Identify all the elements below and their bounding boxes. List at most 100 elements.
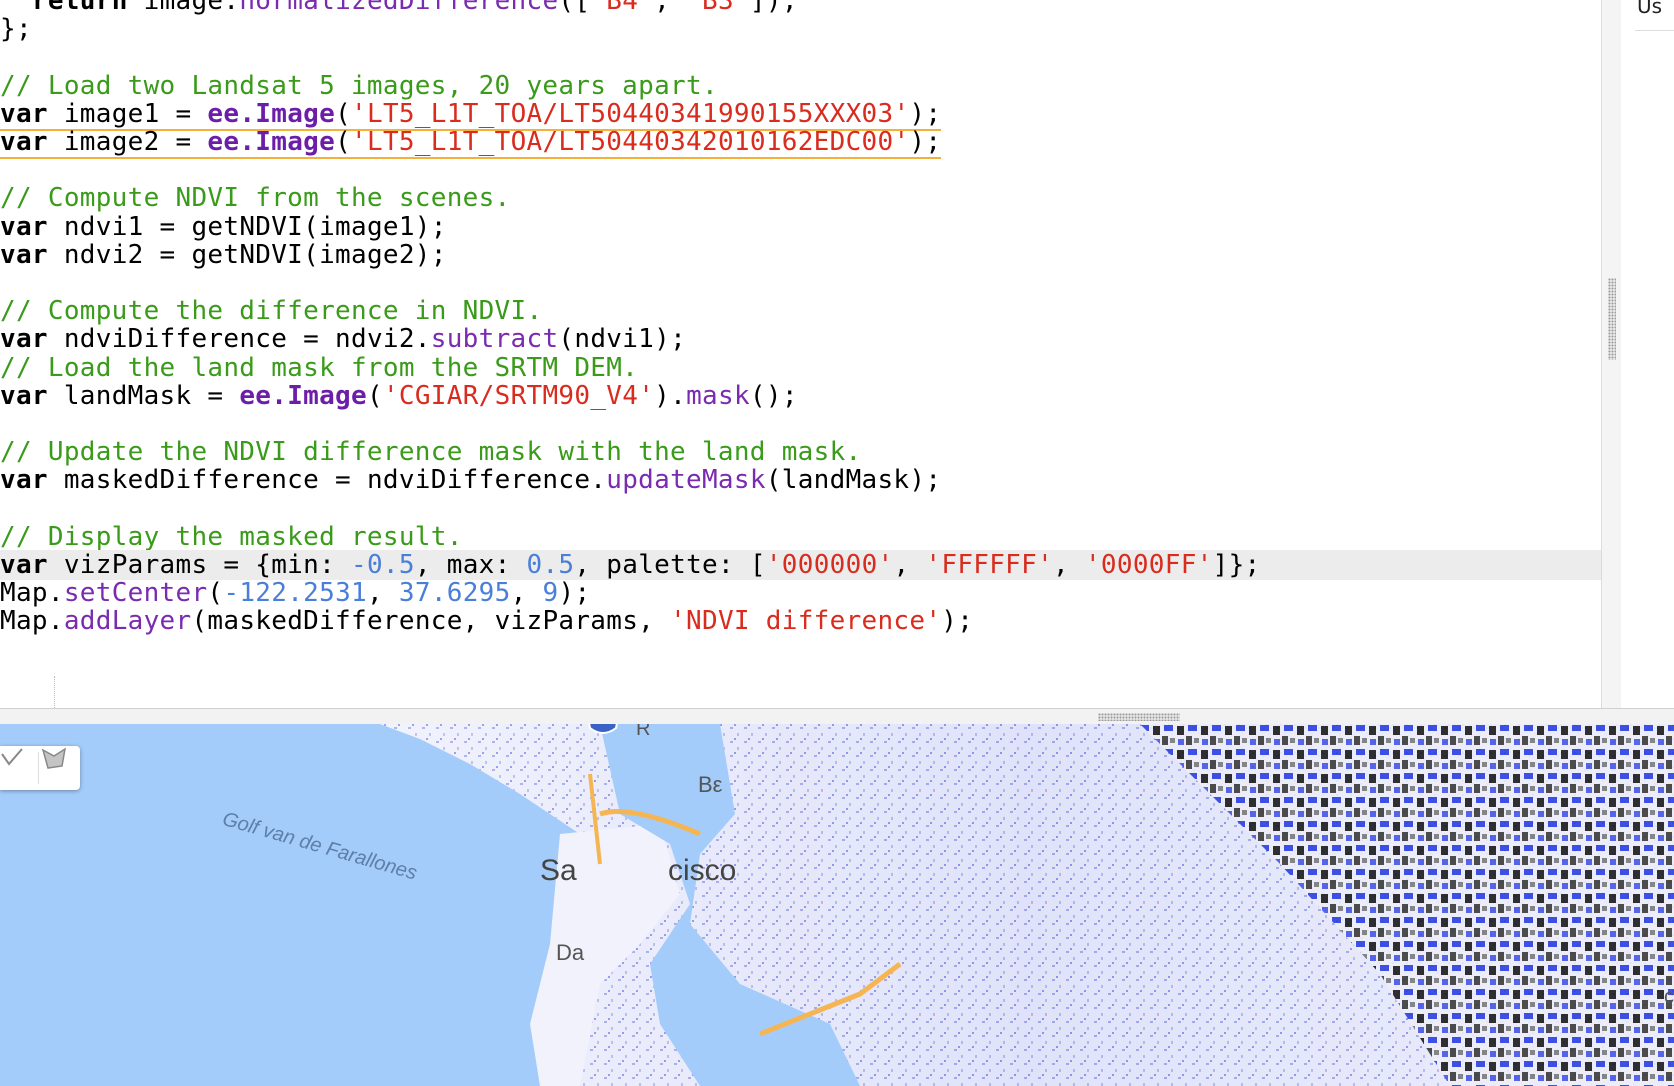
code-token: image1 =	[47, 98, 208, 129]
code-token: // Compute the difference in NDVI.	[0, 296, 543, 327]
code-line[interactable]: var image2 = ee.Image('LT5_L1T_TOA/LT504…	[0, 127, 942, 159]
code-line-text: var landMask = ee.Image('CGIAR/SRTM90_V4…	[0, 381, 798, 411]
code-token: ,	[893, 550, 926, 580]
code-line-text: Map.addLayer(maskedDifference, vizParams…	[0, 606, 973, 636]
code-token: , palette: [	[574, 550, 766, 580]
code-token: ]};	[1212, 550, 1261, 580]
code-line-text: };	[0, 14, 32, 44]
code-token: subtract	[430, 324, 559, 355]
code-token: ee.Image	[239, 380, 367, 411]
vertical-splitter[interactable]	[1601, 0, 1623, 710]
code-line[interactable]: // Update the NDVI difference mask with …	[0, 437, 861, 467]
code-token: ,	[510, 578, 543, 609]
code-token: (ndvi1);	[558, 324, 687, 355]
code-token: -0.5	[351, 550, 415, 580]
code-token: 'LT5_L1T_TOA/LT50440341990155XXX03'	[351, 98, 910, 129]
code-token: ndviDifference = ndvi2.	[47, 324, 431, 355]
code-token: landMask =	[47, 380, 240, 411]
code-token: );	[909, 98, 942, 129]
code-line-text: return image.normalizedDifference(['B4',…	[0, 0, 798, 16]
map-view[interactable]: Golf van de Farallones Sa cisco Da Bε R …	[0, 724, 1674, 1086]
code-token: , max:	[414, 550, 527, 580]
code-line-text: Map.setCenter(-122.2531, 37.6295, 9);	[0, 578, 590, 608]
code-token: vizParams = {min:	[47, 550, 351, 580]
code-token: (	[207, 578, 224, 609]
map-label-b: Bε	[698, 772, 723, 797]
code-line-text: var image1 = ee.Image('LT5_L1T_TOA/LT504…	[0, 98, 942, 131]
code-token: Map.	[0, 578, 64, 609]
code-line-text: // Load the land mask from the SRTM DEM.	[0, 353, 638, 383]
draw-line-button[interactable]	[0, 746, 38, 790]
code-token: ndvi1 = getNDVI(image1);	[47, 211, 447, 242]
code-line[interactable]: // Display the masked result.	[0, 522, 463, 552]
code-line[interactable]: // Compute NDVI from the scenes.	[0, 183, 511, 213]
code-line[interactable]: var ndvi1 = getNDVI(image1);	[0, 212, 447, 242]
code-token: 'FFFFFF'	[925, 550, 1054, 580]
code-token: ]);	[749, 0, 798, 16]
code-line[interactable]: Map.addLayer(maskedDifference, vizParams…	[0, 606, 973, 636]
right-panel-tab-label[interactable]: Us	[1637, 0, 1662, 18]
code-line[interactable]: var landMask = ee.Image('CGIAR/SRTM90_V4…	[0, 381, 798, 411]
code-token: 0.5	[526, 550, 575, 580]
code-token: var	[0, 127, 48, 157]
splitter-grip-icon[interactable]	[1098, 713, 1180, 721]
code-editor[interactable]: return image.normalizedDifference(['B4',…	[0, 0, 1601, 710]
code-line[interactable]: };	[0, 14, 32, 44]
code-token: ee.Image	[207, 98, 336, 129]
code-line[interactable]: var vizParams = {min: -0.5, max: 0.5, pa…	[0, 550, 1601, 580]
code-token: var	[0, 380, 48, 411]
code-token: var	[0, 239, 48, 270]
code-token: (maskedDifference, vizParams,	[191, 606, 671, 637]
code-token: 'B4'	[590, 0, 655, 16]
code-line-text: var vizParams = {min: -0.5, max: 0.5, pa…	[0, 550, 1260, 580]
code-line[interactable]: Map.setCenter(-122.2531, 37.6295, 9);	[0, 578, 590, 608]
code-token: -122.2531	[223, 578, 367, 609]
code-token: ndvi2 = getNDVI(image2);	[47, 239, 447, 270]
map-label-r: R	[636, 724, 651, 740]
code-token: var	[0, 98, 48, 129]
code-token: 9	[542, 578, 559, 609]
code-token: 'NDVI difference'	[670, 606, 942, 637]
code-line-text: var image2 = ee.Image('LT5_L1T_TOA/LT504…	[0, 127, 942, 159]
code-token: ).	[654, 380, 687, 411]
code-token: maskedDifference = ndviDifference.	[47, 465, 607, 496]
code-token: ([	[558, 0, 591, 16]
code-token: // Display the masked result.	[0, 521, 463, 552]
code-line[interactable]: // Load the land mask from the SRTM DEM.	[0, 353, 638, 383]
right-panel: Us	[1621, 0, 1674, 710]
code-token: var	[0, 211, 48, 242]
map-canvas[interactable]	[0, 724, 1674, 1086]
indent-guide	[54, 676, 55, 710]
code-token: var	[0, 550, 48, 580]
divider	[1635, 30, 1674, 31]
code-line-text: // Compute NDVI from the scenes.	[0, 183, 511, 213]
code-token: image.	[127, 0, 240, 16]
splitter-grip-icon[interactable]	[1608, 278, 1616, 360]
code-line[interactable]: return image.normalizedDifference(['B4',…	[0, 0, 798, 16]
code-line-text: // Display the masked result.	[0, 522, 463, 552]
code-token: );	[941, 606, 974, 637]
code-token: );	[558, 578, 591, 609]
code-token: setCenter	[63, 578, 208, 609]
code-line-text: // Update the NDVI difference mask with …	[0, 437, 861, 467]
code-line[interactable]: // Compute the difference in NDVI.	[0, 296, 542, 326]
code-token: ee.Image	[207, 127, 336, 157]
code-token: (landMask);	[765, 465, 942, 496]
code-token: 'B3'	[686, 0, 750, 16]
code-line-text: // Compute the difference in NDVI.	[0, 296, 542, 326]
code-line-text: var maskedDifference = ndviDifference.up…	[0, 465, 941, 495]
code-token: (	[366, 380, 383, 411]
code-line[interactable]: var image1 = ee.Image('LT5_L1T_TOA/LT504…	[0, 98, 942, 131]
code-line[interactable]: // Load two Landsat 5 images, 20 years a…	[0, 71, 718, 101]
draw-polygon-button[interactable]	[40, 746, 78, 790]
code-line[interactable]: var ndvi2 = getNDVI(image2);	[0, 240, 447, 270]
code-token: '0000FF'	[1084, 550, 1213, 580]
code-line[interactable]: var ndviDifference = ndvi2.subtract(ndvi…	[0, 324, 686, 354]
code-token: var	[0, 324, 48, 355]
code-token: 37.6295	[398, 578, 511, 609]
code-line[interactable]: var maskedDifference = ndviDifference.up…	[0, 465, 941, 495]
code-token: // Compute NDVI from the scenes.	[0, 183, 511, 214]
code-token: var	[0, 465, 48, 496]
code-line-text: var ndviDifference = ndvi2.subtract(ndvi…	[0, 324, 686, 354]
code-token: image2 =	[47, 127, 208, 157]
